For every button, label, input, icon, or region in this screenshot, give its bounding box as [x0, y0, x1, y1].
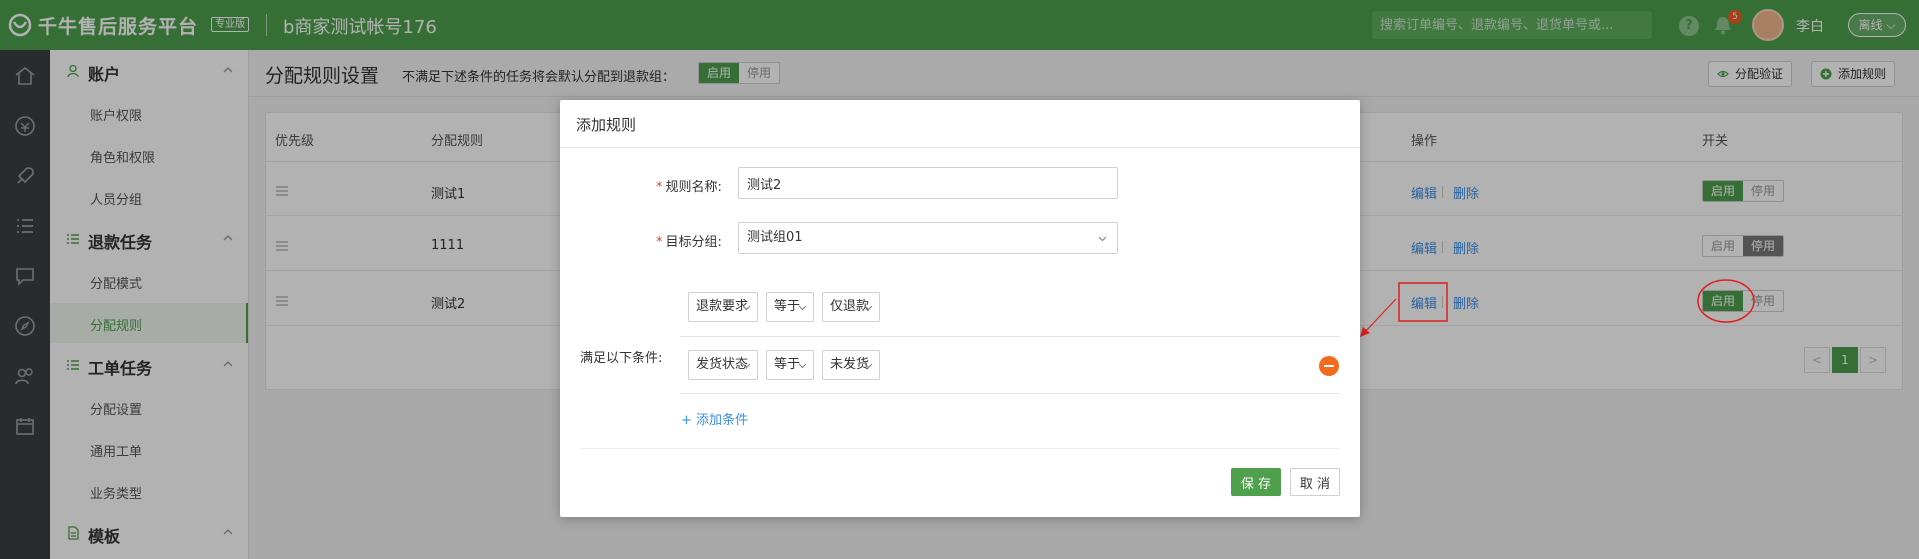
- chevron-down-icon: [742, 305, 751, 311]
- target-group-label-text: 目标分组:: [665, 235, 722, 250]
- condition-field-select[interactable]: 发货状态: [688, 350, 758, 380]
- condition-value-select[interactable]: 仅退款: [822, 292, 880, 322]
- add-condition-label: 添加条件: [696, 413, 749, 428]
- chevron-down-icon: [742, 363, 751, 369]
- condition-divider: [680, 336, 1340, 337]
- target-group-label: * 目标分组:: [656, 231, 722, 250]
- dialog-divider: [560, 147, 1360, 148]
- chevron-down-icon: [864, 363, 873, 369]
- condition-value-select[interactable]: 未发货: [822, 350, 880, 380]
- condition-field-value: 发货状态: [696, 357, 749, 372]
- dialog-footer-divider: [580, 448, 1340, 449]
- rule-name-label-text: 规则名称:: [665, 180, 722, 195]
- annotation-box: [1398, 282, 1448, 322]
- condition-divider: [680, 393, 1340, 394]
- annotation-circle: [1697, 279, 1755, 323]
- condition-field-select[interactable]: 退款要求: [688, 292, 758, 322]
- remove-condition-icon[interactable]: [1319, 356, 1339, 376]
- annotation-arrow: [1364, 298, 1397, 333]
- condition-operator-select[interactable]: 等于: [766, 350, 814, 380]
- chevron-down-icon: [798, 305, 807, 311]
- condition-operator-select[interactable]: 等于: [766, 292, 814, 322]
- chevron-down-icon: [798, 363, 807, 369]
- condition-operator-value: 等于: [774, 299, 801, 314]
- rule-name-input[interactable]: [738, 167, 1118, 199]
- cancel-button[interactable]: 取 消: [1290, 468, 1340, 496]
- rule-name-label: * 规则名称:: [656, 176, 722, 195]
- condition-field-value: 退款要求: [696, 299, 749, 314]
- required-mark: *: [656, 180, 663, 195]
- condition-operator-value: 等于: [774, 357, 801, 372]
- chevron-down-icon: [864, 305, 873, 311]
- save-button[interactable]: 保 存: [1231, 468, 1281, 496]
- dialog-title: 添加规则: [576, 116, 637, 134]
- conditions-label: 满足以下条件:: [580, 351, 663, 366]
- chevron-down-icon: [1098, 236, 1107, 242]
- target-group-value: 测试组01: [747, 230, 803, 245]
- required-mark: *: [656, 235, 663, 250]
- add-condition-link[interactable]: + 添加条件: [681, 409, 748, 428]
- add-rule-dialog: 添加规则 *规则名称: *目标分组: 测试组01 满足以下条件: 退款要求 等于…: [560, 100, 1360, 517]
- target-group-select[interactable]: 测试组01: [738, 222, 1118, 254]
- plus-icon: +: [681, 413, 697, 428]
